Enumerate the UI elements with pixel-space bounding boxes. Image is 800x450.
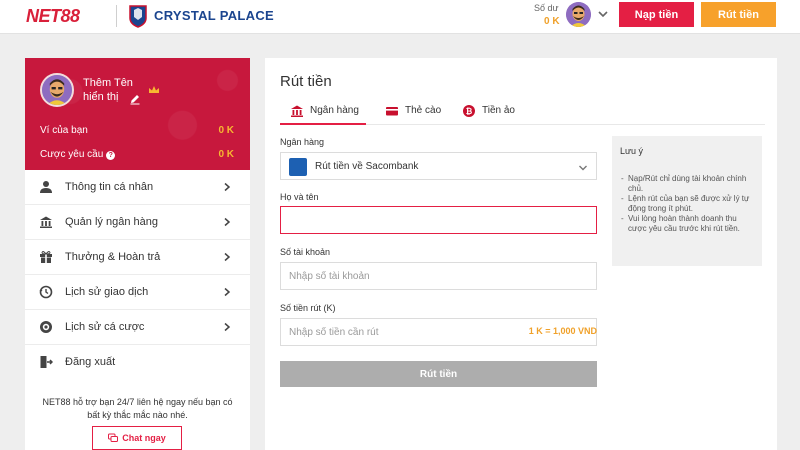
sidebar-item-label: Đăng xuất <box>65 356 116 368</box>
top-header: NET88 CRYSTAL PALACE Số dư 0 K Nạp tiền … <box>0 0 800 34</box>
notice-box: Lưu ý Nạp/Rút chỉ dùng tài khoản chính c… <box>612 136 762 266</box>
chat-now-button[interactable]: Chat ngay <box>92 426 182 450</box>
wager-label-text: Cược yêu cầu <box>40 149 104 160</box>
sidebar-menu: Thông tin cá nhân Quản lý ngân hàng Thưở… <box>25 170 250 380</box>
sidebar-item-rewards[interactable]: Thưởng & Hoàn trả <box>25 240 250 275</box>
history-icon <box>39 285 53 299</box>
svg-text:₿: ₿ <box>466 107 473 116</box>
crown-icon <box>149 86 159 93</box>
balance-label: Số dư <box>534 3 559 13</box>
sidebar-item-label: Lịch sử cá cược <box>65 321 145 333</box>
bank-select[interactable]: Rút tiền về Sacombank <box>280 152 597 180</box>
account-number-label: Số tài khoản <box>280 247 331 257</box>
sidebar-item-label: Thông tin cá nhân <box>65 181 154 193</box>
notice-title: Lưu ý <box>620 146 644 156</box>
chat-now-label: Chat ngay <box>122 433 166 443</box>
sidebar-item-label: Lịch sử giao dịch <box>65 286 149 298</box>
bank-select-value: Rút tiền về Sacombank <box>315 161 419 172</box>
account-number-input[interactable] <box>280 262 597 290</box>
chevron-right-icon <box>224 287 231 297</box>
help-icon[interactable]: ? <box>106 151 116 160</box>
sidebar-item-bet-history[interactable]: Lịch sử cá cược <box>25 310 250 345</box>
withdraw-panel: Rút tiền Ngân hàng Thẻ cào ₿ Tiền ảo Ngâ… <box>265 58 777 450</box>
logo-divider <box>116 5 117 27</box>
edit-pencil-icon[interactable] <box>129 93 141 105</box>
logout-icon <box>40 356 53 368</box>
crystal-palace-crest-icon <box>129 5 147 28</box>
user-avatar[interactable] <box>566 2 591 27</box>
chevron-down-icon <box>579 165 587 171</box>
amount-label: Số tiền rút (K) <box>280 303 336 313</box>
submit-withdraw-button[interactable]: Rút tiền <box>280 361 597 387</box>
sidebar-item-label: Quản lý ngân hàng <box>65 216 158 228</box>
full-name-input[interactable] <box>280 206 597 234</box>
tab-bank[interactable]: Ngân hàng <box>280 98 366 125</box>
tab-scratch-card[interactable]: Thẻ cào <box>375 98 445 125</box>
chevron-right-icon <box>224 182 231 192</box>
profile-card: Thêm Tên hiển thị Ví của bạn 0 K Cược yê… <box>25 58 250 170</box>
gift-icon <box>40 251 52 263</box>
chevron-right-icon <box>224 252 231 262</box>
card-icon <box>386 107 398 116</box>
notice-list: Nạp/Rút chỉ dùng tài khoản chính chủ. Lệ… <box>620 174 754 234</box>
profile-avatar[interactable] <box>40 73 74 107</box>
wallet-label: Ví của bạn <box>40 125 88 136</box>
chat-icon <box>108 433 119 442</box>
sidebar-item-label: Thưởng & Hoàn trả <box>65 251 161 263</box>
bank-icon <box>291 105 303 117</box>
user-icon <box>40 181 52 193</box>
page-title: Rút tiền <box>280 73 332 90</box>
bank-icon <box>40 216 52 228</box>
avatar-face-icon <box>42 75 72 105</box>
sidebar-item-logout[interactable]: Đăng xuất <box>25 345 250 380</box>
sidebar-item-personal-info[interactable]: Thông tin cá nhân <box>25 170 250 205</box>
display-name: Thêm Tên hiển thị <box>83 77 133 103</box>
exchange-rate-hint: 1 K = 1,000 VND <box>528 326 597 336</box>
tab-label: Thẻ cào <box>405 105 442 116</box>
account-sidebar: Thêm Tên hiển thị Ví của bạn 0 K Cược yê… <box>25 58 250 450</box>
tab-label: Ngân hàng <box>310 105 359 116</box>
wager-label: Cược yêu cầu? <box>40 149 116 160</box>
chip-icon <box>40 321 52 333</box>
bank-field-label: Ngân hàng <box>280 137 325 147</box>
sidebar-item-transaction-history[interactable]: Lịch sử giao dịch <box>25 275 250 310</box>
notice-item: Nạp/Rút chỉ dùng tài khoản chính chủ. <box>620 174 754 194</box>
notice-item: Vui lòng hoàn thành doanh thu cược yêu c… <box>620 214 754 234</box>
net88-logo[interactable]: NET88 <box>26 6 80 27</box>
sacombank-logo-icon <box>289 158 307 176</box>
chevron-right-icon <box>224 217 231 227</box>
chevron-down-icon[interactable] <box>597 8 609 20</box>
tab-crypto[interactable]: ₿ Tiền ảo <box>452 98 527 125</box>
notice-item: Lệnh rút của bạn sẽ được xử lý tự động t… <box>620 194 754 214</box>
balance-value: 0 K <box>544 16 560 27</box>
avatar-face-icon <box>566 2 591 27</box>
wallet-value: 0 K <box>218 125 234 136</box>
bitcoin-icon: ₿ <box>463 105 475 117</box>
partner-logo-text: CRYSTAL PALACE <box>154 8 275 23</box>
withdraw-method-tabs: Ngân hàng Thẻ cào ₿ Tiền ảo <box>280 98 765 125</box>
chevron-right-icon <box>224 322 231 332</box>
withdraw-button[interactable]: Rút tiền <box>701 2 776 27</box>
wager-value: 0 K <box>218 149 234 160</box>
full-name-label: Họ và tên <box>280 192 319 202</box>
support-text: NET88 hỗ trợ bạn 24/7 liên hệ ngay nếu b… <box>42 397 233 420</box>
sidebar-item-bank-management[interactable]: Quản lý ngân hàng <box>25 205 250 240</box>
tab-label: Tiền ảo <box>482 105 515 116</box>
deposit-button[interactable]: Nạp tiền <box>619 2 694 27</box>
